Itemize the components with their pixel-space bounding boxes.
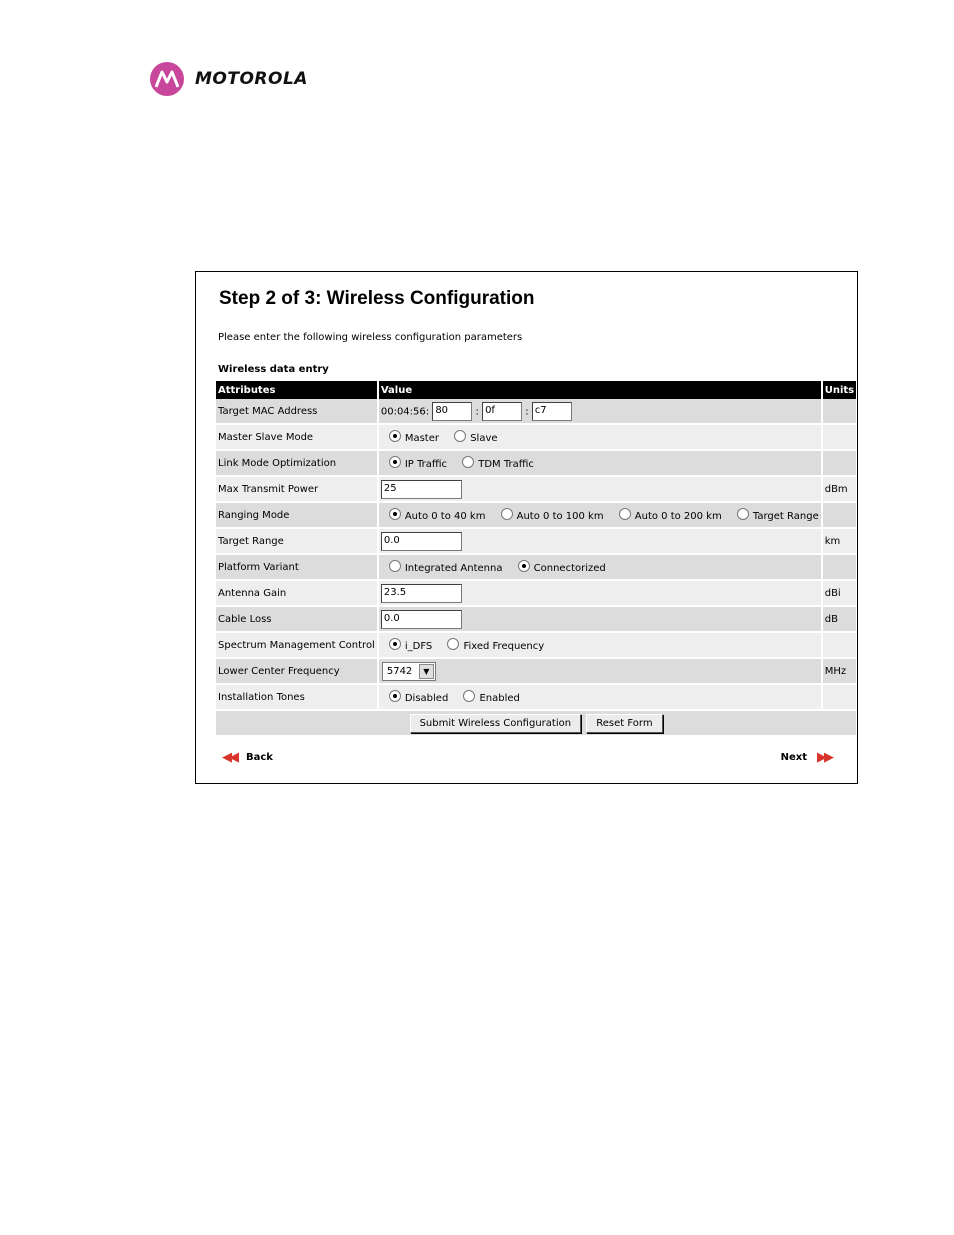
row-label: Platform Variant	[216, 555, 377, 581]
radio-label: Auto 0 to 200 km	[634, 511, 722, 522]
units-cell	[822, 633, 857, 659]
submit-wireless-configuration-button[interactable]: Submit Wireless Configuration	[409, 713, 582, 733]
next-arrow-icon: ▶▶	[817, 750, 834, 765]
back-arrow-icon: ◀◀	[222, 750, 239, 765]
radio-auto-200km[interactable]	[618, 508, 631, 520]
units-cell	[822, 425, 857, 451]
row-target-mac: Target MAC Address 00:04:56: 80 : 0f : c…	[216, 399, 857, 425]
row-lower-center-frequency: Lower Center Frequency 5742 ▼ MHz	[216, 659, 857, 685]
brand-name: MOTOROLA	[195, 69, 308, 89]
target-range-input[interactable]: 0.0	[380, 531, 462, 551]
units-cell: dBm	[822, 477, 857, 503]
row-antenna-gain: Antenna Gain 23.5 dBi	[216, 581, 857, 607]
radio-auto-40km[interactable]	[388, 508, 401, 520]
radio-label: Auto 0 to 100 km	[516, 511, 604, 522]
row-installation-tones: Installation Tones Disabled Enabled	[216, 685, 857, 711]
radio-idfs[interactable]	[388, 638, 401, 650]
section-label: Wireless data entry	[218, 364, 329, 375]
mac-prefix: 00:04:56:	[380, 406, 430, 417]
radio-slave[interactable]	[454, 430, 467, 442]
mac-separator: :	[525, 406, 529, 417]
row-label: Ranging Mode	[216, 503, 377, 529]
radio-auto-100km[interactable]	[500, 508, 513, 520]
radio-label: Connectorized	[533, 563, 606, 574]
header-row: Attributes Value Units	[216, 381, 857, 399]
row-link-mode: Link Mode Optimization IP Traffic TDM Tr…	[216, 451, 857, 477]
radio-integrated-antenna[interactable]	[388, 560, 401, 572]
row-target-range: Target Range 0.0 km	[216, 529, 857, 555]
row-ranging-mode: Ranging Mode Auto 0 to 40 km Auto 0 to 1…	[216, 503, 857, 529]
row-label: Max Transmit Power	[216, 477, 377, 503]
mac-octet-1-input[interactable]: 80	[432, 401, 473, 421]
row-spectrum-management: Spectrum Management Control i_DFS Fixed …	[216, 633, 857, 659]
units-cell	[822, 503, 857, 529]
select-value: 5742	[386, 665, 413, 677]
mac-octet-3-input[interactable]: c7	[531, 401, 572, 421]
radio-connectorized[interactable]	[517, 560, 530, 572]
row-label: Target Range	[216, 529, 377, 555]
reset-form-button[interactable]: Reset Form	[586, 713, 663, 733]
row-label: Antenna Gain	[216, 581, 377, 607]
row-label: Link Mode Optimization	[216, 451, 377, 477]
header-units: Units	[822, 381, 857, 399]
radio-disabled[interactable]	[388, 690, 401, 702]
row-platform-variant: Platform Variant Integrated Antenna Conn…	[216, 555, 857, 581]
radio-label: Auto 0 to 40 km	[404, 511, 486, 522]
header-value: Value	[378, 381, 821, 399]
units-cell: dBi	[822, 581, 857, 607]
radio-label: Master	[404, 433, 439, 444]
motorola-logo: MOTOROLA	[150, 62, 308, 96]
motorola-batwing-icon	[150, 62, 184, 96]
row-label: Lower Center Frequency	[216, 659, 377, 685]
units-cell: MHz	[822, 659, 857, 685]
lower-center-frequency-select[interactable]: 5742 ▼	[381, 661, 436, 681]
radio-label: Disabled	[404, 693, 449, 704]
radio-label: Enabled	[479, 693, 520, 704]
radio-enabled[interactable]	[463, 690, 476, 702]
page-title: Step 2 of 3: Wireless Configuration	[219, 288, 535, 309]
units-cell	[822, 685, 857, 711]
next-label: Next	[780, 752, 807, 763]
mac-separator: :	[475, 406, 479, 417]
mac-octet-2-input[interactable]: 0f	[482, 401, 523, 421]
radio-tdm-traffic[interactable]	[462, 456, 475, 468]
row-label: Cable Loss	[216, 607, 377, 633]
chevron-down-icon[interactable]: ▼	[418, 663, 434, 679]
button-row: Submit Wireless Configuration Reset Form	[216, 711, 857, 735]
row-cable-loss: Cable Loss 0.0 dB	[216, 607, 857, 633]
row-master-slave: Master Slave Mode Master Slave	[216, 425, 857, 451]
row-label: Master Slave Mode	[216, 425, 377, 451]
units-cell	[822, 555, 857, 581]
radio-ip-traffic[interactable]	[388, 456, 401, 468]
units-cell: km	[822, 529, 857, 555]
row-label: Target MAC Address	[216, 399, 377, 425]
row-max-transmit-power: Max Transmit Power 25 dBm	[216, 477, 857, 503]
radio-target-range[interactable]	[736, 508, 749, 520]
antenna-gain-input[interactable]: 23.5	[380, 583, 462, 603]
row-label: Installation Tones	[216, 685, 377, 711]
wireless-config-panel: Step 2 of 3: Wireless Configuration Plea…	[195, 271, 858, 784]
radio-label: Integrated Antenna	[404, 563, 503, 574]
units-cell	[822, 399, 857, 425]
radio-label: Target Range	[752, 511, 819, 522]
next-link[interactable]: Next ▶▶	[780, 750, 834, 765]
max-transmit-power-input[interactable]: 25	[380, 479, 462, 499]
cable-loss-input[interactable]: 0.0	[380, 609, 462, 629]
config-table: Attributes Value Units Target MAC Addres…	[214, 381, 858, 735]
radio-label: IP Traffic	[404, 459, 448, 470]
radio-label: Slave	[470, 433, 498, 444]
units-cell: dB	[822, 607, 857, 633]
radio-fixed-frequency[interactable]	[447, 638, 460, 650]
intro-text: Please enter the following wireless conf…	[218, 332, 523, 343]
back-link[interactable]: ◀◀ Back	[222, 750, 273, 765]
units-cell	[822, 451, 857, 477]
mac-value-cell: 00:04:56: 80 : 0f : c7	[378, 399, 821, 425]
radio-master[interactable]	[388, 430, 401, 442]
row-label: Spectrum Management Control	[216, 633, 377, 659]
radio-label: Fixed Frequency	[463, 641, 545, 652]
header-attributes: Attributes	[216, 381, 377, 399]
radio-label: TDM Traffic	[478, 459, 534, 470]
radio-label: i_DFS	[404, 641, 433, 652]
back-label: Back	[246, 752, 273, 763]
